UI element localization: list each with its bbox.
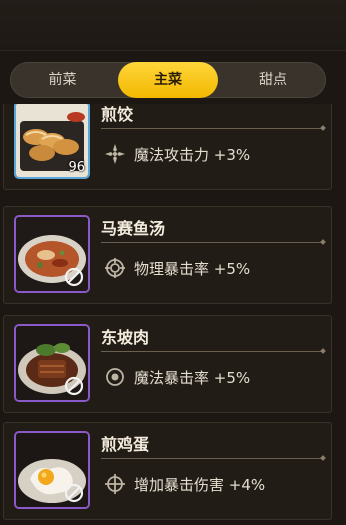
- buff-text: 增加暴击伤害 +4%: [134, 476, 266, 494]
- dish-name: 马赛鱼汤: [101, 219, 166, 238]
- tab-dessert[interactable]: 甜点: [220, 62, 326, 98]
- buff-text: 魔法攻击力 +3%: [134, 146, 251, 164]
- dish-name: 东坡肉: [101, 328, 150, 347]
- crosshair-icon: [105, 258, 125, 278]
- course-tab-bar: 前菜 主菜 甜点: [10, 62, 326, 98]
- dish-card-dumplings[interactable]: 96 煎饺 魔法攻击力 +3%: [3, 104, 332, 190]
- dish-name: 煎饺: [101, 105, 134, 124]
- divider: [101, 242, 323, 243]
- divider: [101, 128, 323, 129]
- dish-thumbnail: [16, 433, 88, 507]
- divider: [101, 458, 323, 459]
- item-count: 96: [68, 160, 85, 175]
- locked-icon: [64, 267, 84, 287]
- dish-card-fried-egg[interactable]: 煎鸡蛋 增加暴击伤害 +4%: [3, 422, 332, 520]
- crit-damage-icon: [105, 474, 125, 494]
- dish-thumbnail: [16, 217, 88, 291]
- buff-text: 物理暴击率 +5%: [134, 260, 251, 278]
- locked-icon: [64, 376, 84, 396]
- dish-card-dongpo-pork[interactable]: 东坡肉 魔法暴击率 +5%: [3, 315, 332, 413]
- buff-text: 魔法暴击率 +5%: [134, 369, 251, 387]
- dish-thumbnail: 96: [16, 104, 88, 177]
- dish-name: 煎鸡蛋: [101, 435, 150, 454]
- divider: [101, 351, 323, 352]
- target-dot-icon: [106, 368, 124, 386]
- dish-card-bouillabaisse[interactable]: 马赛鱼汤 物理暴击率 +5%: [3, 206, 332, 304]
- tab-main-course[interactable]: 主菜: [118, 62, 218, 98]
- tab-appetizer[interactable]: 前菜: [10, 62, 115, 98]
- dish-thumbnail: [16, 326, 88, 400]
- top-bar: [0, 0, 346, 51]
- locked-icon: [64, 483, 84, 503]
- magic-attack-icon: [105, 144, 125, 164]
- dish-list[interactable]: 96 煎饺 魔法攻击力 +3% 马赛鱼汤 物理暴击率 +5% 东坡肉 魔法暴击率…: [0, 104, 346, 525]
